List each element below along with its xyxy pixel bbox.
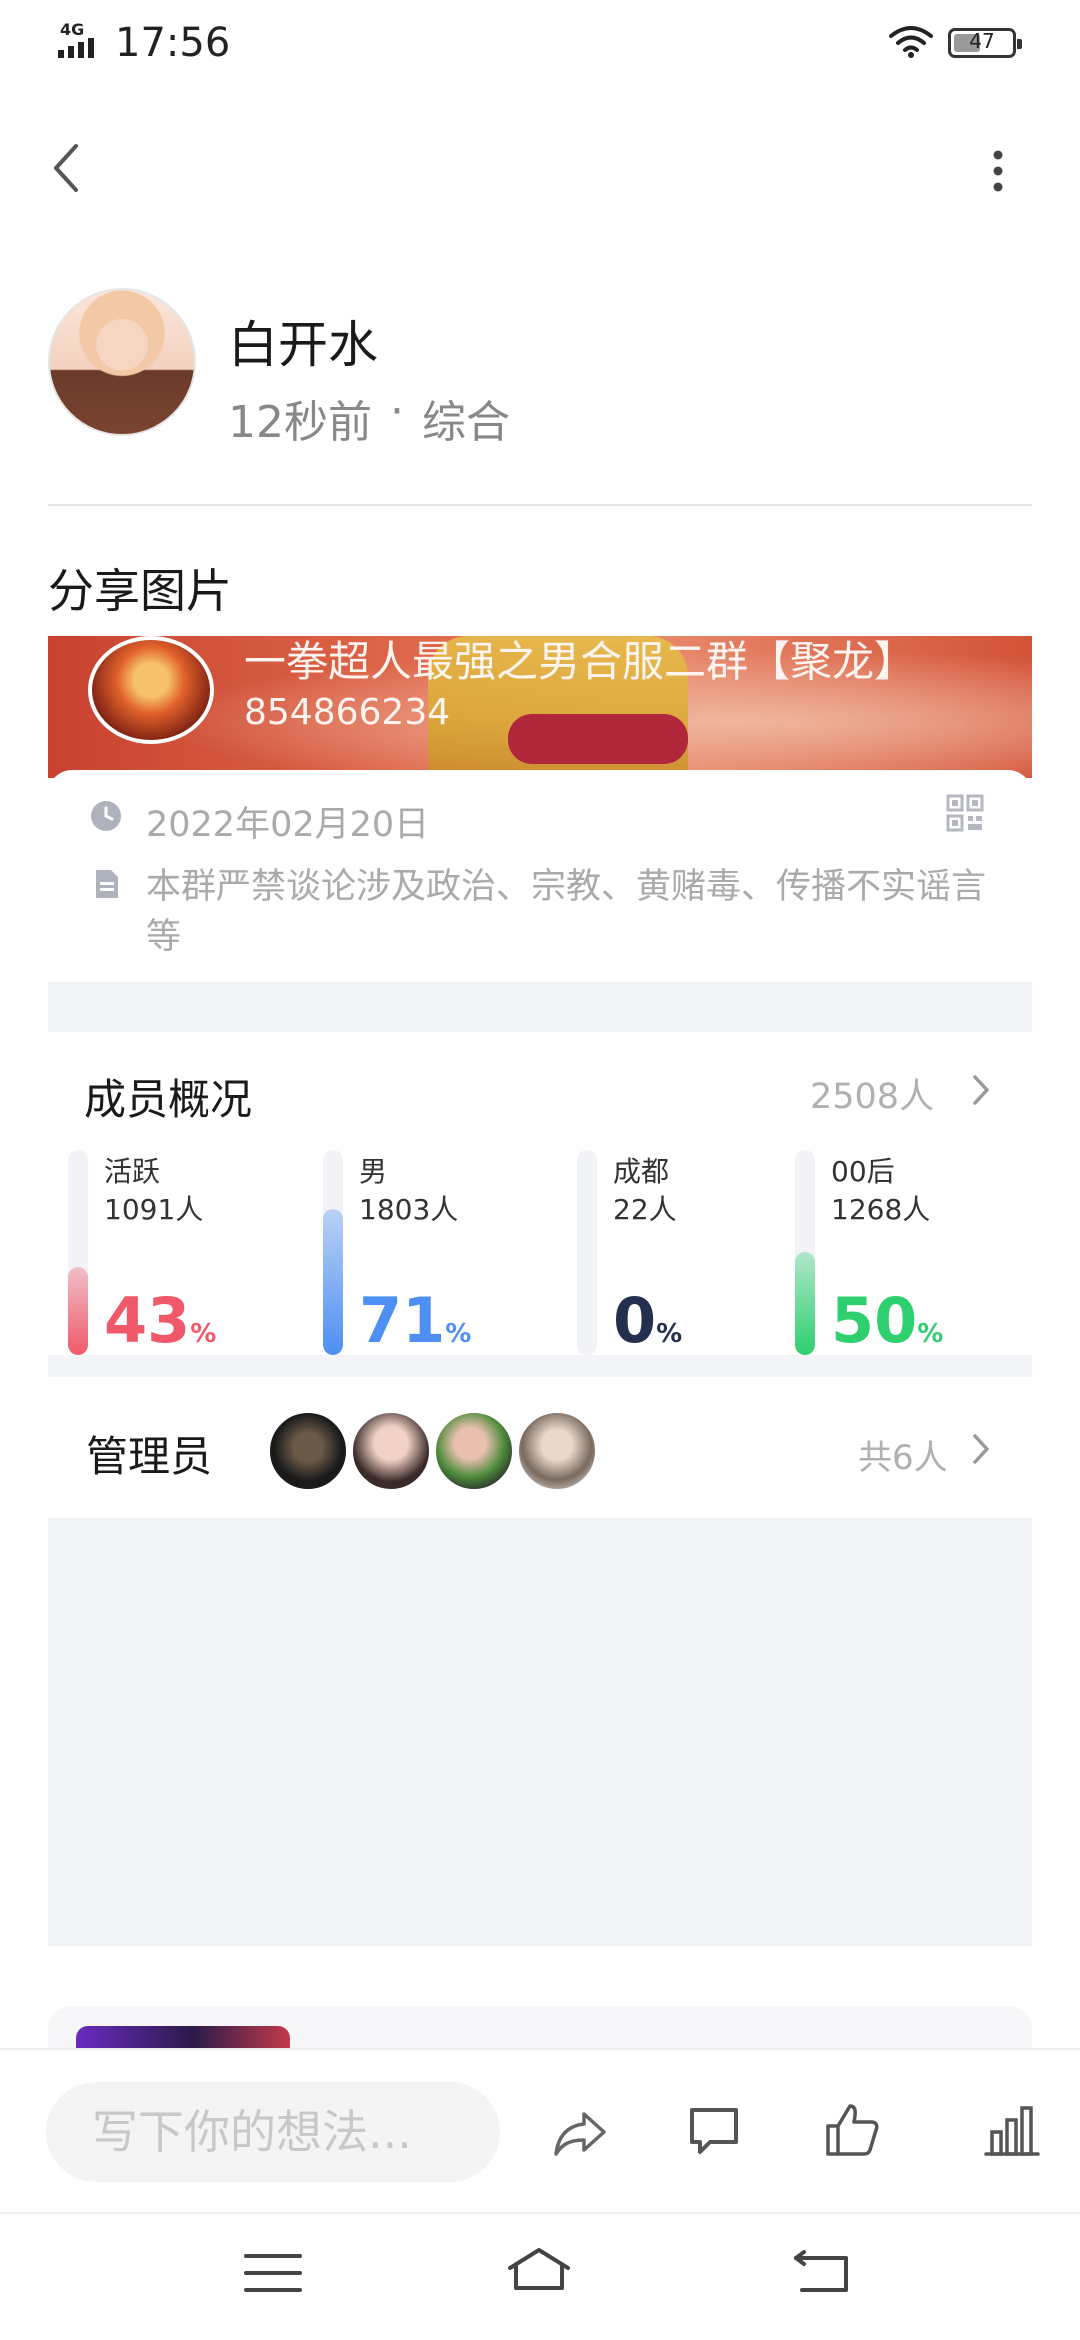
members-overview-title: 成员概况 — [84, 1075, 253, 1124]
wifi-icon — [889, 26, 933, 58]
group-avatar — [88, 636, 214, 744]
stat-age-bar — [795, 1252, 815, 1355]
document-icon — [96, 870, 118, 898]
admin-avatar[interactable] — [267, 1410, 349, 1492]
status-time: 17:56 — [115, 20, 231, 66]
clock-icon — [91, 801, 121, 831]
content-placeholder — [48, 1518, 1032, 1946]
thumbs-up-icon[interactable] — [822, 2100, 882, 2160]
chevron-right-icon[interactable] — [970, 1073, 992, 1107]
post-time: 12秒前 — [228, 397, 372, 448]
back-icon[interactable] — [790, 2248, 856, 2298]
admin-avatar[interactable] — [433, 1410, 515, 1492]
battery-percent: 47 — [969, 29, 995, 53]
comment-input[interactable] — [46, 2082, 500, 2182]
stat-city-count: 22人 — [613, 1193, 677, 1226]
stat-active-label: 活跃 — [104, 1155, 161, 1188]
more-vertical-icon[interactable] — [990, 150, 1006, 192]
group-name: 一拳超人最强之男合服二群【聚龙】 — [244, 637, 917, 686]
cellular-signal-icon: 4G — [58, 20, 108, 58]
members-total[interactable]: 2508人 — [810, 1068, 934, 1119]
qr-code-icon[interactable] — [946, 794, 984, 832]
stat-male-count: 1803人 — [359, 1193, 459, 1226]
network-type: 4G — [60, 20, 85, 39]
admins-count[interactable]: 共6人 — [858, 1430, 948, 1479]
share-title: 分享图片 — [48, 564, 232, 618]
meta-separator: · — [390, 386, 404, 437]
post-category[interactable]: 综合 — [422, 386, 510, 450]
stat-age-count: 1268人 — [831, 1193, 931, 1226]
author-name[interactable]: 白开水 — [228, 305, 378, 377]
share-icon[interactable] — [550, 2102, 610, 2162]
stat-active-count: 1091人 — [104, 1193, 204, 1226]
admin-avatar[interactable] — [350, 1410, 432, 1492]
stat-active-bar — [68, 1267, 88, 1355]
stat-age-label: 00后 — [831, 1155, 895, 1188]
stat-city-label: 成都 — [613, 1155, 670, 1188]
bar-chart-icon[interactable] — [982, 2100, 1042, 2160]
admins-title: 管理员 — [86, 1432, 213, 1481]
post-meta: 12秒前 · 综合 — [228, 386, 510, 450]
group-id: 854866234 — [244, 692, 451, 733]
stat-male-bar — [323, 1209, 343, 1355]
divider — [48, 504, 1032, 506]
stat-male-label: 男 — [359, 1155, 388, 1188]
menu-icon[interactable] — [240, 2248, 306, 2298]
author-avatar[interactable] — [48, 288, 196, 436]
group-created-date: 2022年02月20日 — [146, 805, 430, 845]
admin-avatar[interactable] — [516, 1410, 598, 1492]
comment-icon[interactable] — [684, 2102, 744, 2162]
section-gap — [48, 982, 1032, 1032]
chevron-right-icon[interactable] — [970, 1432, 992, 1466]
section-gap — [48, 1355, 1032, 1377]
home-icon[interactable] — [506, 2244, 572, 2294]
battery-icon: 47 — [948, 28, 1022, 58]
group-rules: 本群严禁谈论涉及政治、宗教、黄赌毒、传播不实谣言等 — [146, 867, 987, 957]
back-arrow-icon[interactable] — [48, 140, 88, 196]
